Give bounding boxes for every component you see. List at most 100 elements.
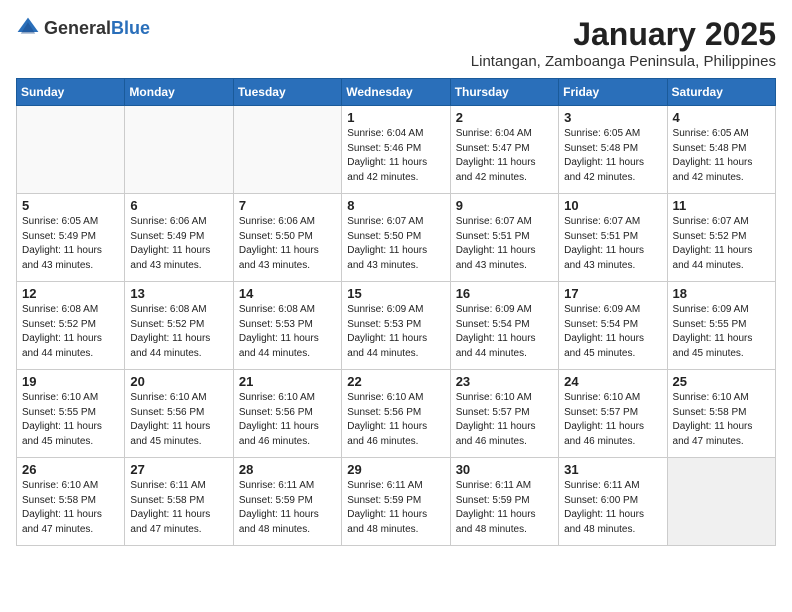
- calendar-week-row: 12 Sunrise: 6:08 AM Sunset: 5:52 PM Dayli…: [17, 282, 776, 370]
- day-number: 17: [564, 286, 661, 301]
- calendar-week-row: 5 Sunrise: 6:05 AM Sunset: 5:49 PM Daylig…: [17, 194, 776, 282]
- day-number: 29: [347, 462, 444, 477]
- day-number: 2: [456, 110, 553, 125]
- day-number: 3: [564, 110, 661, 125]
- calendar-day-empty: [125, 106, 233, 194]
- calendar-day-28: 28 Sunrise: 6:11 AM Sunset: 5:59 PM Dayli…: [233, 458, 341, 546]
- calendar-day-10: 10Sunrise: 6:07 AM Sunset: 5:51 PM Dayli…: [559, 194, 667, 282]
- day-number: 18: [673, 286, 770, 301]
- day-info: Sunrise: 6:10 AM Sunset: 5:56 PM Dayligh…: [130, 391, 227, 449]
- day-info: Sunrise: 6:07 AM Sunset: 5:50 PM Dayligh…: [347, 215, 444, 273]
- calendar-day-1: 1 Sunrise: 6:04 AM Sunset: 5:46 PM Daylig…: [342, 106, 450, 194]
- calendar-day-8: 8 Sunrise: 6:07 AM Sunset: 5:50 PM Daylig…: [342, 194, 450, 282]
- weekday-header-row: SundayMondayTuesdayWednesdayThursdayFrid…: [17, 79, 776, 106]
- calendar-day-empty: [233, 106, 341, 194]
- day-info: Sunrise: 6:09 AM Sunset: 5:54 PM Dayligh…: [564, 303, 661, 361]
- calendar-week-row: 19Sunrise: 6:10 AM Sunset: 5:55 PM Dayli…: [17, 370, 776, 458]
- day-info: Sunrise: 6:08 AM Sunset: 5:52 PM Dayligh…: [22, 303, 119, 361]
- calendar-day-16: 16 Sunrise: 6:09 AM Sunset: 5:54 PM Dayli…: [450, 282, 558, 370]
- day-info: Sunrise: 6:09 AM Sunset: 5:53 PM Dayligh…: [347, 303, 444, 361]
- title-section: January 2025 Lintangan, Zamboanga Penins…: [471, 16, 776, 70]
- day-info: Sunrise: 6:10 AM Sunset: 5:57 PM Dayligh…: [456, 391, 553, 449]
- calendar-day-17: 17 Sunrise: 6:09 AM Sunset: 5:54 PM Dayli…: [559, 282, 667, 370]
- day-number: 26: [22, 462, 119, 477]
- day-number: 23: [456, 374, 553, 389]
- calendar-day-26: 26 Sunrise: 6:10 AM Sunset: 5:58 PM Dayli…: [17, 458, 125, 546]
- logo-text: GeneralBlue: [44, 18, 150, 39]
- calendar-day-30: 30 Sunrise: 6:11 AM Sunset: 5:59 PM Dayli…: [450, 458, 558, 546]
- location-subtitle: Lintangan, Zamboanga Peninsula, Philippi…: [471, 53, 776, 70]
- day-number: 6: [130, 198, 227, 213]
- calendar-day-13: 13Sunrise: 6:08 AM Sunset: 5:52 PM Dayli…: [125, 282, 233, 370]
- day-number: 11: [673, 198, 770, 213]
- day-info: Sunrise: 6:09 AM Sunset: 5:55 PM Dayligh…: [673, 303, 770, 361]
- weekday-header-tuesday: Tuesday: [233, 79, 341, 106]
- day-info: Sunrise: 6:10 AM Sunset: 5:58 PM Dayligh…: [22, 479, 119, 537]
- day-number: 5: [22, 198, 119, 213]
- day-number: 9: [456, 198, 553, 213]
- day-number: 27: [130, 462, 227, 477]
- day-number: 22: [347, 374, 444, 389]
- page-header: GeneralBlue January 2025 Lintangan, Zamb…: [16, 16, 776, 70]
- day-number: 13: [130, 286, 227, 301]
- day-number: 20: [130, 374, 227, 389]
- weekday-header-friday: Friday: [559, 79, 667, 106]
- calendar-day-27: 27Sunrise: 6:11 AM Sunset: 5:58 PM Dayli…: [125, 458, 233, 546]
- calendar-day-20: 20 Sunrise: 6:10 AM Sunset: 5:56 PM Dayli…: [125, 370, 233, 458]
- day-number: 16: [456, 286, 553, 301]
- day-info: Sunrise: 6:11 AM Sunset: 5:59 PM Dayligh…: [239, 479, 336, 537]
- calendar-day-empty: [667, 458, 775, 546]
- day-info: Sunrise: 6:05 AM Sunset: 5:48 PM Dayligh…: [673, 127, 770, 185]
- calendar-day-4: 4 Sunrise: 6:05 AM Sunset: 5:48 PM Daylig…: [667, 106, 775, 194]
- calendar-table: SundayMondayTuesdayWednesdayThursdayFrid…: [16, 78, 776, 546]
- calendar-day-7: 7Sunrise: 6:06 AM Sunset: 5:50 PM Daylig…: [233, 194, 341, 282]
- day-number: 24: [564, 374, 661, 389]
- calendar-day-9: 9Sunrise: 6:07 AM Sunset: 5:51 PM Daylig…: [450, 194, 558, 282]
- calendar-day-11: 11 Sunrise: 6:07 AM Sunset: 5:52 PM Dayli…: [667, 194, 775, 282]
- calendar-day-15: 15 Sunrise: 6:09 AM Sunset: 5:53 PM Dayli…: [342, 282, 450, 370]
- day-info: Sunrise: 6:08 AM Sunset: 5:53 PM Dayligh…: [239, 303, 336, 361]
- day-info: Sunrise: 6:04 AM Sunset: 5:46 PM Dayligh…: [347, 127, 444, 185]
- day-info: Sunrise: 6:06 AM Sunset: 5:49 PM Dayligh…: [130, 215, 227, 273]
- day-number: 1: [347, 110, 444, 125]
- day-info: Sunrise: 6:10 AM Sunset: 5:58 PM Dayligh…: [673, 391, 770, 449]
- day-info: Sunrise: 6:07 AM Sunset: 5:52 PM Dayligh…: [673, 215, 770, 273]
- day-info: Sunrise: 6:05 AM Sunset: 5:48 PM Dayligh…: [564, 127, 661, 185]
- calendar-day-6: 6 Sunrise: 6:06 AM Sunset: 5:49 PM Daylig…: [125, 194, 233, 282]
- weekday-header-saturday: Saturday: [667, 79, 775, 106]
- day-info: Sunrise: 6:11 AM Sunset: 5:59 PM Dayligh…: [456, 479, 553, 537]
- calendar-day-21: 21Sunrise: 6:10 AM Sunset: 5:56 PM Dayli…: [233, 370, 341, 458]
- day-number: 12: [22, 286, 119, 301]
- calendar-day-2: 2Sunrise: 6:04 AM Sunset: 5:47 PM Daylig…: [450, 106, 558, 194]
- logo-blue: Blue: [111, 18, 150, 38]
- calendar-day-14: 14 Sunrise: 6:08 AM Sunset: 5:53 PM Dayli…: [233, 282, 341, 370]
- day-number: 7: [239, 198, 336, 213]
- day-number: 19: [22, 374, 119, 389]
- calendar-day-3: 3 Sunrise: 6:05 AM Sunset: 5:48 PM Daylig…: [559, 106, 667, 194]
- day-number: 15: [347, 286, 444, 301]
- day-number: 4: [673, 110, 770, 125]
- calendar-day-22: 22Sunrise: 6:10 AM Sunset: 5:56 PM Dayli…: [342, 370, 450, 458]
- day-info: Sunrise: 6:11 AM Sunset: 5:59 PM Dayligh…: [347, 479, 444, 537]
- weekday-header-wednesday: Wednesday: [342, 79, 450, 106]
- day-number: 31: [564, 462, 661, 477]
- day-number: 8: [347, 198, 444, 213]
- logo: GeneralBlue: [16, 16, 150, 40]
- day-number: 14: [239, 286, 336, 301]
- logo-general: General: [44, 18, 111, 38]
- day-info: Sunrise: 6:07 AM Sunset: 5:51 PM Dayligh…: [564, 215, 661, 273]
- day-number: 30: [456, 462, 553, 477]
- weekday-header-monday: Monday: [125, 79, 233, 106]
- day-info: Sunrise: 6:05 AM Sunset: 5:49 PM Dayligh…: [22, 215, 119, 273]
- weekday-header-sunday: Sunday: [17, 79, 125, 106]
- logo-icon: [16, 16, 40, 40]
- calendar-day-24: 24 Sunrise: 6:10 AM Sunset: 5:57 PM Dayli…: [559, 370, 667, 458]
- day-info: Sunrise: 6:10 AM Sunset: 5:57 PM Dayligh…: [564, 391, 661, 449]
- day-info: Sunrise: 6:10 AM Sunset: 5:56 PM Dayligh…: [239, 391, 336, 449]
- day-info: Sunrise: 6:09 AM Sunset: 5:54 PM Dayligh…: [456, 303, 553, 361]
- day-info: Sunrise: 6:11 AM Sunset: 6:00 PM Dayligh…: [564, 479, 661, 537]
- calendar-day-25: 25Sunrise: 6:10 AM Sunset: 5:58 PM Dayli…: [667, 370, 775, 458]
- day-number: 28: [239, 462, 336, 477]
- weekday-header-thursday: Thursday: [450, 79, 558, 106]
- calendar-day-18: 18 Sunrise: 6:09 AM Sunset: 5:55 PM Dayli…: [667, 282, 775, 370]
